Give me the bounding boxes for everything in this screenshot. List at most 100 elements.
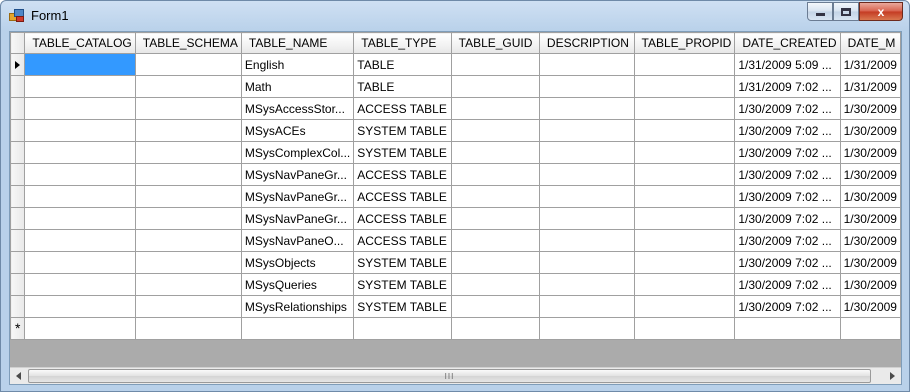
grid-cell[interactable]: 1/30/2009	[839, 97, 901, 120]
grid-cell[interactable]	[450, 97, 540, 120]
grid-cell[interactable]	[24, 163, 136, 186]
grid-cell[interactable]	[633, 141, 736, 164]
grid-cell[interactable]	[450, 141, 540, 164]
grid-cell[interactable]: SYSTEM TABLE	[353, 141, 452, 164]
grid-cell[interactable]	[538, 317, 635, 340]
grid-cell[interactable]: Math	[240, 75, 355, 98]
row-header[interactable]	[10, 75, 26, 98]
grid-cell[interactable]	[538, 185, 635, 208]
table-row[interactable]: Math TABLE 1/31/2009 7:02 ... 1/31/2009	[10, 75, 901, 98]
scroll-left-button[interactable]	[10, 368, 27, 384]
grid-cell[interactable]: 1/30/2009	[839, 207, 901, 230]
grid-cell[interactable]	[450, 75, 540, 98]
maximize-button[interactable]	[833, 2, 859, 21]
row-header[interactable]	[10, 163, 26, 186]
grid-cell[interactable]: 1/30/2009 7:02 ...	[734, 97, 841, 120]
grid-cell[interactable]	[24, 317, 136, 340]
scrollbar-thumb[interactable]: III	[28, 369, 871, 383]
scroll-right-button[interactable]	[884, 368, 901, 384]
grid-cell[interactable]: 1/30/2009 7:02 ...	[734, 207, 841, 230]
grid-cell[interactable]: SYSTEM TABLE	[353, 273, 452, 296]
row-header[interactable]	[10, 97, 26, 120]
grid-cell[interactable]: 1/30/2009 7:02 ...	[734, 229, 841, 252]
grid-cell[interactable]	[450, 207, 540, 230]
grid-cell[interactable]: 1/30/2009 7:02 ...	[734, 141, 841, 164]
grid-cell[interactable]: ACCESS TABLE	[353, 229, 452, 252]
grid-cell[interactable]	[633, 273, 736, 296]
horizontal-scrollbar[interactable]: III	[10, 367, 901, 384]
table-row[interactable]: MSysNavPaneGr... ACCESS TABLE 1/30/2009 7:…	[10, 163, 901, 186]
grid-cell[interactable]	[24, 295, 136, 318]
grid-cell[interactable]: 1/30/2009	[839, 273, 901, 296]
grid-cell[interactable]	[353, 317, 452, 340]
grid-cell[interactable]: TABLE	[353, 53, 452, 76]
app-icon[interactable]	[9, 9, 25, 23]
grid-cell[interactable]	[24, 273, 136, 296]
column-header-description[interactable]: DESCRIPTION	[538, 32, 635, 54]
grid-cell[interactable]	[24, 229, 136, 252]
grid-cell[interactable]	[24, 97, 136, 120]
table-row[interactable]: MSysQueries SYSTEM TABLE 1/30/2009 7:02 ..…	[10, 273, 901, 296]
grid-cell[interactable]	[538, 97, 635, 120]
grid-cell[interactable]: MSysRelationships	[240, 295, 355, 318]
grid-cell[interactable]	[633, 163, 736, 186]
column-header-table-catalog[interactable]: TABLE_CATALOG	[24, 32, 136, 54]
grid-cell[interactable]	[538, 53, 635, 76]
grid-cell[interactable]	[633, 185, 736, 208]
close-button[interactable]: x	[859, 2, 903, 21]
column-header-table-guid[interactable]: TABLE_GUID	[450, 32, 540, 54]
grid-cell[interactable]: MSysObjects	[240, 251, 355, 274]
grid-cell[interactable]	[134, 163, 242, 186]
grid-cell[interactable]	[134, 295, 242, 318]
grid-cell[interactable]	[450, 317, 540, 340]
grid-cell[interactable]	[450, 119, 540, 142]
grid-cell[interactable]: 1/31/2009	[839, 53, 901, 76]
grid-cell[interactable]: MSysNavPaneGr...	[240, 163, 355, 186]
grid-cell[interactable]: 1/30/2009	[839, 251, 901, 274]
grid-cell[interactable]	[538, 75, 635, 98]
row-header[interactable]: *	[10, 317, 26, 340]
grid-cell[interactable]	[134, 141, 242, 164]
grid-cell[interactable]: English	[240, 53, 355, 76]
grid-cell[interactable]: SYSTEM TABLE	[353, 295, 452, 318]
grid-cell[interactable]: SYSTEM TABLE	[353, 119, 452, 142]
grid-cell[interactable]: 1/31/2009 5:09 ...	[734, 53, 841, 76]
row-header[interactable]	[10, 251, 26, 274]
grid-cell[interactable]	[24, 53, 136, 76]
grid-cell[interactable]	[633, 229, 736, 252]
row-header[interactable]	[10, 119, 26, 142]
table-row[interactable]: MSysAccessStor... ACCESS TABLE 1/30/2009 7…	[10, 97, 901, 120]
table-row[interactable]: MSysComplexCol... SYSTEM TABLE 1/30/2009 7…	[10, 141, 901, 164]
grid-cell[interactable]	[633, 251, 736, 274]
grid-cell[interactable]	[538, 119, 635, 142]
grid-cell[interactable]	[450, 251, 540, 274]
grid-cell[interactable]	[538, 273, 635, 296]
grid-cell[interactable]	[134, 317, 242, 340]
grid-cell[interactable]	[538, 207, 635, 230]
grid-cell[interactable]	[24, 251, 136, 274]
column-header-date-m[interactable]: DATE_M	[839, 32, 901, 54]
column-header-table-name[interactable]: TABLE_NAME	[240, 32, 355, 54]
grid-cell[interactable]	[134, 97, 242, 120]
grid-cell[interactable]	[538, 141, 635, 164]
select-all-corner[interactable]	[10, 32, 26, 54]
grid-cell[interactable]	[134, 185, 242, 208]
grid-cell[interactable]: 1/30/2009 7:02 ...	[734, 163, 841, 186]
data-grid-view[interactable]: TABLE_CATALOG TABLE_SCHEMA TABLE_NAME TABLE…	[9, 31, 902, 385]
grid-cell[interactable]	[450, 295, 540, 318]
grid-cell[interactable]	[633, 53, 736, 76]
table-row[interactable]: MSysNavPaneO... ACCESS TABLE 1/30/2009 7:0…	[10, 229, 901, 252]
grid-cell[interactable]	[538, 251, 635, 274]
column-header-table-propid[interactable]: TABLE_PROPID	[633, 32, 736, 54]
row-header[interactable]	[10, 229, 26, 252]
column-header-date-created[interactable]: DATE_CREATED	[734, 32, 841, 54]
grid-cell[interactable]: ACCESS TABLE	[353, 207, 452, 230]
grid-cell[interactable]	[24, 141, 136, 164]
grid-cell[interactable]: 1/30/2009	[839, 295, 901, 318]
grid-cell[interactable]	[633, 317, 736, 340]
table-row[interactable]: MSysACEs SYSTEM TABLE 1/30/2009 7:02 ... 1/…	[10, 119, 901, 142]
row-header[interactable]	[10, 273, 26, 296]
grid-cell[interactable]: MSysACEs	[240, 119, 355, 142]
grid-cell[interactable]	[134, 251, 242, 274]
grid-cell[interactable]	[24, 185, 136, 208]
